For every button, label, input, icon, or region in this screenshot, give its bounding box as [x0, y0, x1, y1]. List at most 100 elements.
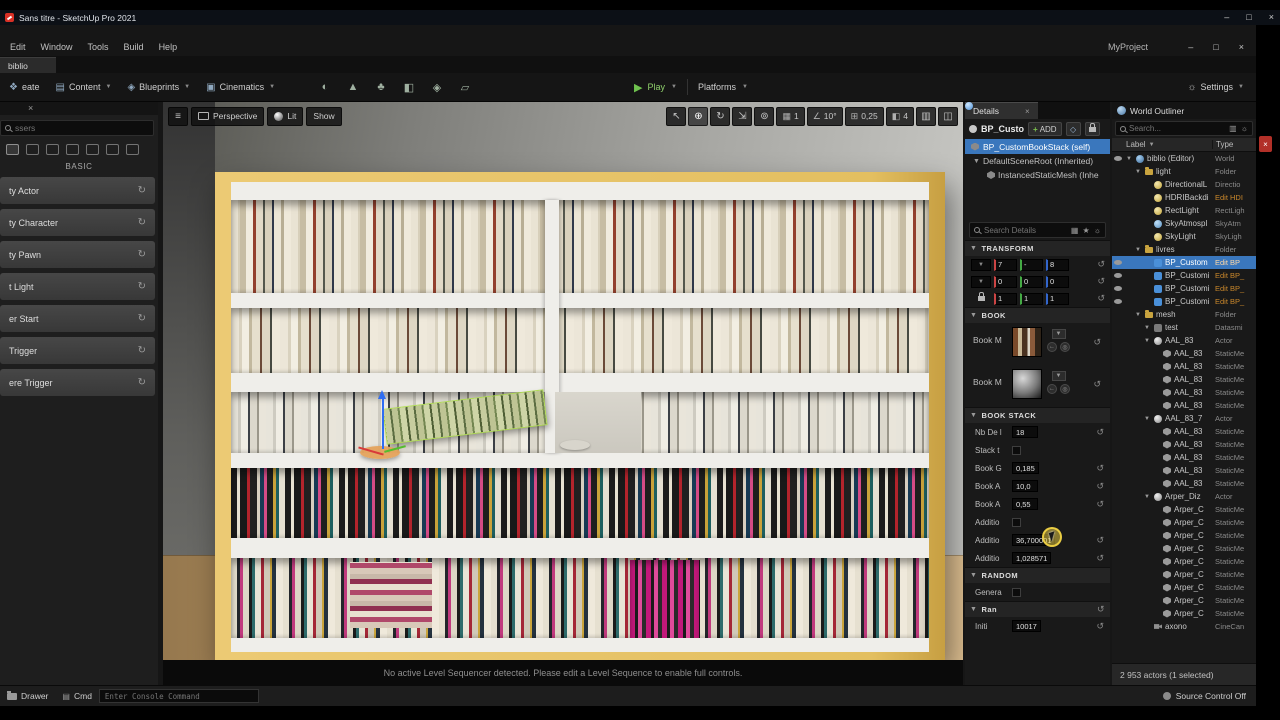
- camera-speed-button[interactable]: ◧ 4: [885, 106, 914, 126]
- settings-gear-icon[interactable]: ☼: [1094, 226, 1101, 235]
- property-value-field[interactable]: 18: [1012, 426, 1038, 438]
- reset-icon[interactable]: ↺: [1096, 463, 1104, 474]
- landscape-mode-icon[interactable]: ▲: [340, 75, 366, 99]
- reset-icon[interactable]: ↺: [1093, 369, 1101, 390]
- expander-icon[interactable]: ▼: [973, 158, 980, 165]
- rotation-dropdown[interactable]: ▼: [971, 275, 991, 288]
- reset-icon[interactable]: ↺: [1093, 327, 1101, 348]
- console-command-input[interactable]: [98, 689, 259, 703]
- outliner-row[interactable]: DirectionalL Directio: [1112, 178, 1256, 191]
- outliner-row[interactable]: AAL_83 StaticMe: [1112, 386, 1256, 399]
- outliner-search[interactable]: ▥ ☼: [1115, 121, 1253, 136]
- show-button[interactable]: Show: [306, 106, 342, 126]
- panel-close-icon[interactable]: ×: [28, 103, 33, 113]
- random-stream-section-header[interactable]: ▼ Ran ↺: [965, 601, 1110, 617]
- asset-dropdown-icon[interactable]: ▼: [1051, 329, 1066, 339]
- viewport-scene[interactable]: ≡ Perspective Lit Show ↖ ⊕ ↻ ⇲ ⊚ ▦ 1 ∠ 10°…: [163, 102, 963, 660]
- world-space-icon[interactable]: ⊚: [754, 106, 775, 126]
- add-component-button[interactable]: + ADD: [1028, 122, 1062, 136]
- expander-icon[interactable]: ▼: [1144, 416, 1150, 422]
- menu-item[interactable]: Tools: [88, 42, 109, 52]
- cmd-button[interactable]: ▤ Cmd: [55, 686, 99, 706]
- location-z-field[interactable]: 8: [1046, 258, 1069, 271]
- reset-icon[interactable]: ↺: [1096, 621, 1104, 632]
- outliner-row[interactable]: ▼ mesh Folder: [1112, 308, 1256, 321]
- viewport-layout-button[interactable]: ◫: [938, 106, 958, 126]
- volumes-category-icon[interactable]: [106, 144, 119, 155]
- component-tree-row[interactable]: ▼ DefaultSceneRoot (Inherited): [965, 102, 1110, 168]
- place-actor-item[interactable]: er Start ↻: [0, 305, 155, 332]
- outliner-row[interactable]: Arper_C StaticMe: [1112, 594, 1256, 607]
- tab-biblio[interactable]: biblio: [0, 57, 56, 73]
- foliage-mode-icon[interactable]: ♣: [368, 75, 394, 99]
- outliner-row[interactable]: AAL_83 StaticMe: [1112, 464, 1256, 477]
- label-column-header[interactable]: Label ▼: [1112, 140, 1212, 149]
- place-actor-item[interactable]: t Light ↻: [0, 273, 155, 300]
- play-icon[interactable]: ▶: [634, 81, 642, 94]
- eye-icon[interactable]: [1113, 260, 1122, 265]
- rotate-tool-icon[interactable]: ↻: [710, 106, 731, 126]
- titlebar-close-button[interactable]: ×: [1269, 13, 1274, 22]
- source-control-status[interactable]: Source Control Off: [1162, 691, 1256, 701]
- place-actor-item[interactable]: ere Trigger ↻: [0, 369, 155, 396]
- details-search[interactable]: ▦ ★ ☼: [969, 222, 1106, 238]
- expander-icon[interactable]: ▼: [1144, 338, 1150, 344]
- outliner-row[interactable]: ▼ livres Folder: [1112, 243, 1256, 256]
- basic-category-icon[interactable]: [26, 144, 39, 155]
- outliner-row[interactable]: AAL_83 StaticMe: [1112, 399, 1256, 412]
- outliner-row[interactable]: AAL_83 StaticMe: [1112, 347, 1256, 360]
- outliner-row[interactable]: Arper_C StaticMe: [1112, 568, 1256, 581]
- titlebar-minimize-button[interactable]: –: [1224, 13, 1229, 22]
- outliner-row[interactable]: ▼ biblio (Editor) World: [1112, 152, 1256, 165]
- move-tool-icon[interactable]: ⊕: [688, 106, 709, 126]
- outliner-row[interactable]: ▼ test Datasmi: [1112, 321, 1256, 334]
- search-details-input[interactable]: [984, 225, 1048, 235]
- random-section-header[interactable]: ▼ RANDOM: [965, 567, 1110, 583]
- lit-mode-button[interactable]: Lit: [267, 106, 304, 126]
- mesh-paint-mode-icon[interactable]: ◧: [396, 75, 422, 99]
- outliner-settings-icon[interactable]: ☼: [1241, 124, 1248, 133]
- outliner-row[interactable]: AAL_83 StaticMe: [1112, 451, 1256, 464]
- outliner-row[interactable]: BP_Customi Edit BP_: [1112, 282, 1256, 295]
- book-stack-section-header[interactable]: ▼ BOOK STACK: [965, 407, 1110, 423]
- outliner-row[interactable]: ▼ AAL_83_7 Actor: [1112, 412, 1256, 425]
- place-actor-item[interactable]: ty Pawn ↻: [0, 241, 155, 268]
- cinematic-category-icon[interactable]: [86, 144, 99, 155]
- menu-item[interactable]: Help: [159, 42, 178, 52]
- property-value-field[interactable]: 0,55: [1012, 498, 1038, 510]
- place-actor-item[interactable]: ty Actor ↻: [0, 177, 155, 204]
- titlebar-maximize-button[interactable]: □: [1246, 13, 1251, 22]
- play-button[interactable]: Play: [647, 82, 665, 92]
- sphere-mesh-thumbnail[interactable]: [1012, 369, 1042, 399]
- checkbox[interactable]: [1012, 587, 1021, 597]
- outliner-row[interactable]: AAL_83 StaticMe: [1112, 373, 1256, 386]
- cinematics-button[interactable]: ▣ Cinematics ▼: [199, 75, 282, 99]
- outliner-row[interactable]: AAL_83 StaticMe: [1112, 438, 1256, 451]
- outliner-row[interactable]: Arper_C StaticMe: [1112, 516, 1256, 529]
- lights-category-icon[interactable]: [46, 144, 59, 155]
- outliner-row[interactable]: AAL_83 StaticMe: [1112, 425, 1256, 438]
- brush-edit-mode-icon[interactable]: ▱: [452, 75, 478, 99]
- location-x-field[interactable]: 7: [994, 258, 1017, 271]
- reset-icon[interactable]: ↺: [1097, 276, 1105, 287]
- recent-category-icon[interactable]: [6, 144, 19, 155]
- close-icon[interactable]: ×: [1025, 107, 1030, 116]
- use-selected-asset-icon[interactable]: ←: [1047, 342, 1057, 352]
- browse-asset-icon[interactable]: ◎: [1060, 342, 1070, 352]
- location-dropdown[interactable]: ▼: [971, 258, 991, 271]
- expander-icon[interactable]: ▼: [1144, 494, 1150, 500]
- outliner-row[interactable]: Arper_C StaticMe: [1112, 503, 1256, 516]
- expander-icon[interactable]: ▼: [1144, 325, 1150, 331]
- grid-snap-toggle[interactable]: ▦ 1: [776, 106, 805, 126]
- component-tree-row[interactable]: InstancedStaticMesh (Inhe: [965, 168, 1110, 182]
- filter-icon[interactable]: ▥: [1229, 124, 1237, 133]
- scale-y-field[interactable]: 1: [1020, 292, 1043, 305]
- rotation-snap-toggle[interactable]: ∠ 10°: [806, 106, 843, 126]
- rotation-x-field[interactable]: 0: [994, 275, 1017, 288]
- perspective-button[interactable]: Perspective: [191, 106, 265, 126]
- platforms-button[interactable]: Platforms: [698, 82, 736, 92]
- eye-icon[interactable]: [1113, 299, 1122, 304]
- expander-icon[interactable]: ▼: [1135, 169, 1141, 175]
- select-tool-icon[interactable]: ↖: [666, 106, 687, 126]
- use-selected-asset-icon[interactable]: ←: [1047, 384, 1057, 394]
